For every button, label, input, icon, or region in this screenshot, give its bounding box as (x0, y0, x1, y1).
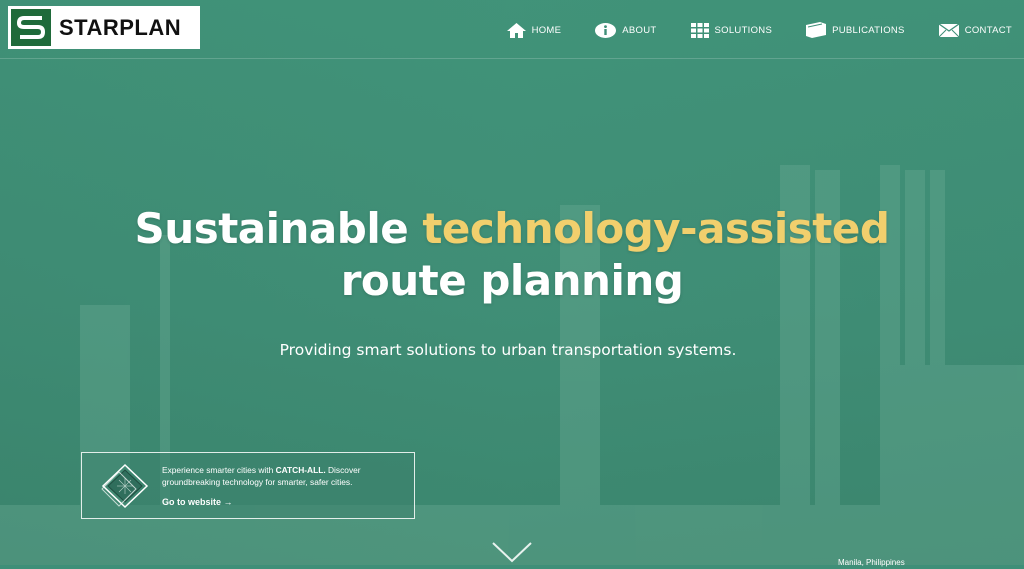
nav-about-label: ABOUT (622, 24, 657, 36)
nav-publications-label: PUBLICATIONS (832, 24, 905, 36)
nav-about[interactable]: ABOUT (595, 22, 656, 38)
brand-name: STARPLAN (59, 14, 182, 40)
nav-solutions-label: SOLUTIONS (714, 24, 773, 36)
starplan-logo-mark-icon (11, 9, 51, 46)
top-navigation-bar: STARPLAN HOME ABOUT SOLUTIONS PUBLICATIO… (0, 0, 1024, 59)
headline-part1: Sustainable (134, 204, 423, 253)
info-icon (595, 22, 617, 38)
go-to-website-link[interactable]: Go to website → (162, 497, 233, 507)
nav-solutions[interactable]: SOLUTIONS (690, 22, 773, 38)
nav-publications[interactable]: PUBLICATIONS (806, 22, 905, 38)
grid-icon (690, 22, 709, 38)
folder-icon (806, 22, 827, 38)
promo-description: Experience smarter cities with CATCH-ALL… (162, 464, 407, 488)
home-icon (506, 22, 526, 38)
location-caption: Manila, Philippines (838, 558, 905, 567)
hero-subtitle: Providing smart solutions to urban trans… (279, 341, 737, 359)
nav-home[interactable]: HOME (506, 22, 562, 38)
promo-text-before: Experience smarter cities with (162, 465, 276, 475)
arrow-right-icon: → (223, 497, 233, 507)
catch-all-promo-card[interactable]: Experience smarter cities with CATCH-ALL… (81, 452, 415, 519)
starplan-logo[interactable]: STARPLAN (8, 6, 200, 49)
promo-text-bold: CATCH-ALL. (275, 465, 326, 475)
catch-all-logo-icon (99, 463, 151, 509)
nav-home-label: HOME (531, 24, 562, 36)
go-to-website-label: Go to website (162, 497, 222, 507)
envelope-icon (938, 23, 959, 37)
nav-contact[interactable]: CONTACT (938, 22, 1012, 38)
headline-accent: technology-assisted (422, 204, 890, 253)
main-nav: HOME ABOUT SOLUTIONS PUBLICATIONS CONTAC… (473, 22, 1012, 38)
nav-contact-label: CONTACT (964, 24, 1012, 36)
hero-headline: Sustainable technology-assisted route pl… (0, 203, 1024, 307)
headline-part2: route planning (340, 256, 684, 305)
